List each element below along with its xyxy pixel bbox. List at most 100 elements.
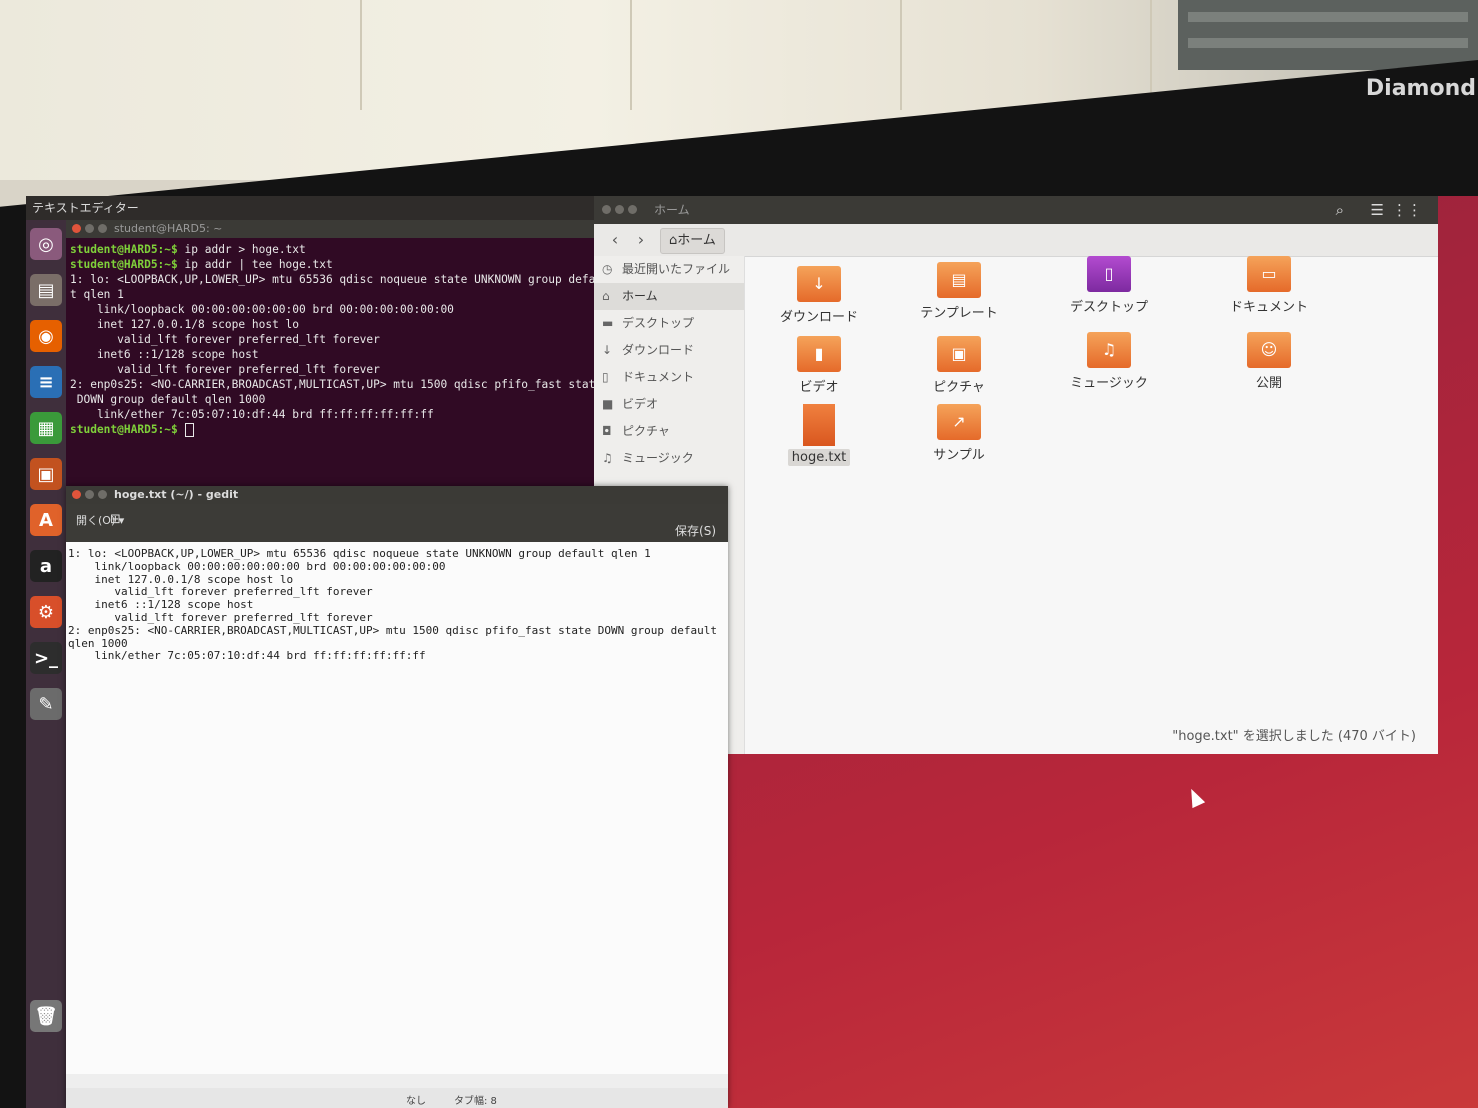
item-label: デスクトップ — [1069, 300, 1148, 315]
folder-item[interactable]: ▤ テンプレート — [899, 262, 1019, 321]
folder-item[interactable]: ▭ ドキュメント — [1209, 256, 1329, 315]
sidebar-item[interactable]: ▯ ドキュメント — [594, 364, 744, 391]
item-label: ビデオ — [799, 380, 839, 395]
terminal-prompt: student@HARD5:~$ — [70, 243, 178, 256]
terminal-line-text: t qlen 1 — [70, 288, 124, 301]
forward-icon[interactable]: › — [630, 230, 652, 250]
save-button[interactable]: 保存(S) — [675, 522, 716, 539]
sidebar-icon: ⌂ — [602, 289, 610, 303]
item-label: hoge.txt — [787, 449, 851, 466]
sidebar-item-label: ビデオ — [622, 397, 659, 411]
search-icon[interactable]: ⌕ — [1336, 196, 1344, 224]
terminal-line-text: 2: enp0s25: <NO-CARRIER,BROADCAST,MULTIC… — [70, 378, 603, 391]
terminal-line: inet 127.0.0.1/8 scope host lo — [70, 317, 592, 332]
maximize-icon[interactable] — [628, 205, 637, 214]
gedit-titlebar[interactable]: hoge.txt (~/) - gedit — [66, 486, 728, 504]
calc-icon[interactable]: ▦ — [30, 412, 62, 444]
terminal-line: t qlen 1 — [70, 287, 592, 302]
impress-icon[interactable]: ▣ — [30, 458, 62, 490]
unity-launcher: ◎ ▤ ◉ ≡ ▦ ▣ Aa ⚙ >_ ✎ 🗑 — [26, 220, 66, 1108]
terminal-line-text: inet6 ::1/128 scope host — [70, 348, 259, 361]
minimize-icon[interactable] — [85, 224, 94, 233]
terminal-title: student@HARD5: ~ — [114, 222, 223, 235]
amazon-icon[interactable]: a — [30, 550, 62, 582]
sidebar-item[interactable]: ◷ 最近開いたファイル — [594, 256, 744, 283]
breadcrumb-label: ホーム — [677, 233, 716, 248]
terminal-line: valid_lft forever preferred_lft forever — [70, 332, 592, 347]
sidebar-item[interactable]: ♫ ミュージック — [594, 445, 744, 472]
terminal-icon[interactable]: >_ — [30, 642, 62, 674]
item-label: テンプレート — [920, 306, 998, 321]
breadcrumb[interactable]: ⌂ホーム — [660, 228, 725, 254]
terminal-prompt: student@HARD5:~$ — [70, 423, 178, 436]
firefox-icon[interactable]: ◉ — [30, 320, 62, 352]
item-label: ミュージック — [1070, 376, 1148, 391]
sidebar-item-label: デスクトップ — [622, 316, 695, 330]
file-item[interactable]: hoge.txt — [759, 404, 879, 466]
folder-icon: ↓ — [797, 266, 841, 302]
close-icon[interactable] — [602, 205, 611, 214]
files-toolbar: ‹ › ⌂ホーム — [594, 224, 1438, 257]
minimize-icon[interactable] — [615, 205, 624, 214]
terminal-line: 2: enp0s25: <NO-CARRIER,BROADCAST,MULTIC… — [70, 377, 602, 392]
ubuntu-home-icon[interactable]: ◎ — [30, 228, 62, 260]
close-icon[interactable] — [72, 224, 81, 233]
terminal-titlebar[interactable]: student@HARD5: ~ — [66, 220, 596, 238]
sidebar-icon: ↓ — [602, 343, 613, 357]
folder-icon: ▮ — [797, 336, 841, 372]
terminal-line-text: inet 127.0.0.1/8 scope host lo — [70, 318, 300, 331]
folder-item[interactable]: ↗ サンプル — [899, 404, 1019, 463]
folder-item[interactable]: ▣ ピクチャ — [899, 336, 1019, 395]
sidebar-item[interactable]: ▬ デスクトップ — [594, 310, 744, 337]
back-icon[interactable]: ‹ — [604, 230, 626, 250]
folder-item[interactable]: ♫ ミュージック — [1049, 332, 1169, 391]
terminal-output[interactable]: student@HARD5:~$ ip addr > hoge.txt stude… — [66, 238, 609, 441]
sidebar-item-label: ピクチャ — [622, 424, 670, 438]
item-label: ピクチャ — [933, 380, 985, 395]
trash-icon[interactable]: 🗑 — [30, 1000, 62, 1032]
sidebar-item-label: ホーム — [622, 289, 658, 303]
terminal-prompt: student@HARD5:~$ — [70, 258, 178, 271]
terminal-line: inet6 ::1/128 scope host — [70, 347, 592, 362]
text-editor-icon[interactable]: ✎ — [30, 688, 62, 720]
grid-view-icon[interactable]: ⋮⋮ — [1392, 196, 1422, 224]
close-icon[interactable] — [72, 490, 81, 499]
sidebar-icon: ◷ — [602, 262, 613, 276]
language-selector[interactable]: なし — [406, 1092, 426, 1107]
maximize-icon[interactable] — [98, 224, 107, 233]
terminal-window[interactable]: student@HARD5: ~ student@HARD5:~$ ip add… — [66, 220, 609, 490]
software-center-icon[interactable]: A — [30, 504, 62, 536]
writer-icon[interactable]: ≡ — [30, 366, 62, 398]
files-title: ホーム — [654, 203, 690, 217]
gedit-window[interactable]: hoge.txt (~/) - gedit 開く(O) ▾ ⊞ 保存(S) 1:… — [66, 486, 728, 1108]
folder-item[interactable]: ▯ デスクトップ — [1049, 256, 1169, 315]
list-view-icon[interactable]: ☰ — [1371, 196, 1384, 224]
maximize-icon[interactable] — [98, 490, 107, 499]
folder-icon: ▭ — [1247, 256, 1291, 292]
terminal-current-line: student@HARD5:~$ — [70, 422, 592, 437]
files-icon[interactable]: ▤ — [30, 274, 62, 306]
wall-seam — [900, 0, 902, 110]
sidebar-item[interactable]: ◘ ピクチャ — [594, 418, 744, 445]
folder-item[interactable]: ☺ 公開 — [1209, 332, 1329, 391]
terminal-line-text: link/loopback 00:00:00:00:00:00 brd 00:0… — [70, 303, 454, 316]
files-titlebar[interactable]: ホーム ⌕ ☰ ⋮⋮ — [594, 196, 1438, 224]
editor-text[interactable]: 1: lo: <LOOPBACK,UP,LOWER_UP> mtu 65536 … — [66, 542, 728, 1074]
sidebar-item[interactable]: ↓ ダウンロード — [594, 337, 744, 364]
item-label: ダウンロード — [779, 310, 858, 325]
tab-width-selector[interactable]: タブ幅: 8 — [454, 1092, 497, 1107]
sidebar-item[interactable]: ⌂ ホーム — [594, 283, 744, 310]
folder-icon: ▯ — [1087, 256, 1131, 292]
folder-item[interactable]: ▮ ビデオ — [759, 336, 879, 395]
folder-item[interactable]: ↓ ダウンロード — [759, 266, 879, 325]
terminal-line: DOWN group default qlen 1000 — [70, 392, 592, 407]
minimize-icon[interactable] — [85, 490, 94, 499]
terminal-line-text: valid_lft forever preferred_lft forever — [70, 363, 380, 376]
settings-icon[interactable]: ⚙ — [30, 596, 62, 628]
sidebar-item-label: ダウンロード — [622, 343, 695, 357]
sidebar-item[interactable]: ■ ビデオ — [594, 391, 744, 418]
sidebar-item-label: 最近開いたファイル — [622, 262, 731, 276]
terminal-line: student@HARD5:~$ ip addr > hoge.txt — [70, 242, 592, 257]
terminal-line: student@HARD5:~$ ip addr | tee hoge.txt — [70, 257, 592, 272]
new-tab-icon[interactable]: ⊞ — [110, 512, 121, 527]
